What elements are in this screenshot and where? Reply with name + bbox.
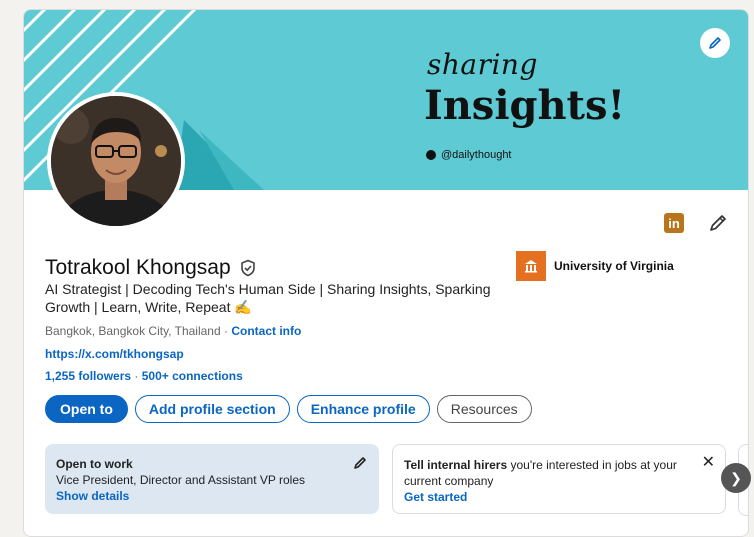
profile-photo [51,96,181,226]
university-logo-icon [516,251,546,281]
website-link[interactable]: https://x.com/tkhongsap [45,347,184,361]
internal-hirers-card: Tell internal hirers you're interested i… [392,444,726,514]
profile-top-actions: in [664,213,728,233]
edit-intro-pencil-icon[interactable] [708,213,728,233]
arrow-circle-icon [426,150,436,160]
education-label: University of Virginia [554,259,674,273]
internal-hirers-bold: Tell internal hirers [404,458,508,472]
pencil-icon [709,37,721,49]
add-profile-section-button[interactable]: Add profile section [134,395,290,423]
open-to-work-card[interactable]: Open to work Vice President, Director an… [45,444,379,514]
close-icon[interactable]: ✕ [702,455,715,471]
location-separator: · [220,324,232,338]
avatar[interactable] [47,92,185,230]
network-stats: 1,255 followers · 500+ connections [45,369,243,383]
banner-handle: @dailythought [426,149,512,161]
linkedin-icon[interactable]: in [664,213,684,233]
internal-hirers-text: Tell internal hirers you're interested i… [404,457,714,489]
open-to-work-title: Open to work [56,457,133,471]
pencil-icon[interactable] [353,456,367,470]
location-text: Bangkok, Bangkok City, Thailand [45,324,221,338]
education-entry[interactable]: University of Virginia [516,251,674,281]
contact-info-link[interactable]: Contact info [231,324,301,338]
enhance-profile-button[interactable]: Enhance profile [296,395,430,423]
show-details-link[interactable]: Show details [56,488,368,504]
open-to-work-roles: Vice President, Director and Assistant V… [56,473,306,487]
profile-headline: AI Strategist | Decoding Tech's Human Si… [45,281,491,315]
name-row: Totrakool Khongsap [45,256,257,280]
banner-title-line1: sharing [427,48,538,81]
edit-banner-button[interactable] [700,28,730,58]
open-to-button[interactable]: Open to [45,395,128,423]
banner-title-line2: Insights! [424,82,626,129]
connections-link[interactable]: 500+ connections [142,369,243,383]
profile-action-buttons: Open to Add profile section Enhance prof… [45,395,532,423]
get-started-link[interactable]: Get started [404,489,714,505]
carousel-next-button[interactable]: ❯ [721,463,751,493]
stats-separator: · [131,369,142,383]
banner-handle-text: @dailythought [441,149,512,161]
profile-card: sharing Insights! @dailythought in Totra… [23,9,749,537]
shield-check-icon[interactable] [239,259,257,277]
chevron-right-icon: ❯ [730,469,742,486]
resources-button[interactable]: Resources [436,395,532,423]
followers-link[interactable]: 1,255 followers [45,369,131,383]
location-row: Bangkok, Bangkok City, Thailand · Contac… [45,324,301,338]
profile-name: Totrakool Khongsap [45,256,231,279]
